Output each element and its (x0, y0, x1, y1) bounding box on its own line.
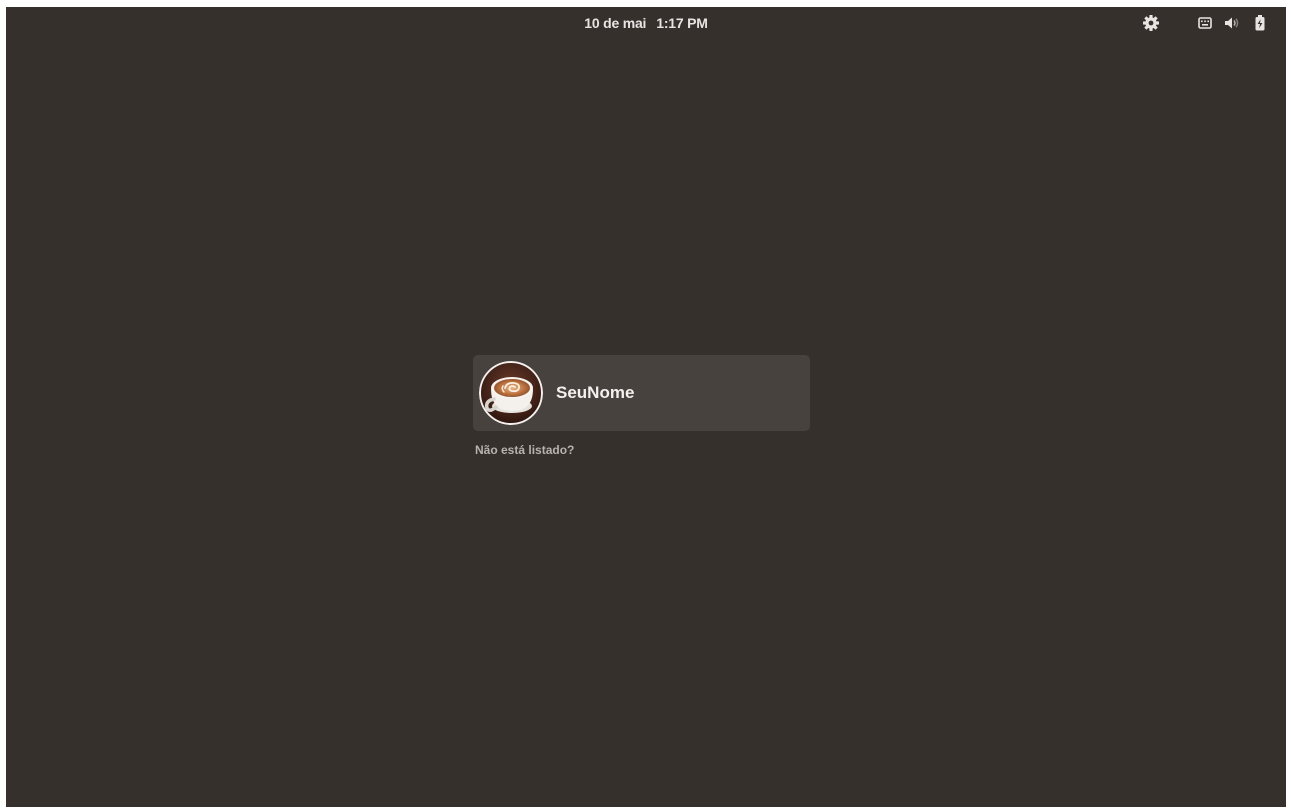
volume-icon[interactable] (1223, 14, 1241, 32)
login-screen: 10 de mai 1:17 PM SeuNome Não está lista… (6, 7, 1286, 807)
date-time-indicator[interactable]: 10 de mai 1:17 PM (6, 15, 1286, 31)
coffee-latte-art-avatar (479, 361, 543, 425)
time-label: 1:17 PM (656, 15, 708, 31)
username-label: SeuNome (556, 383, 635, 402)
user-card[interactable]: SeuNome (473, 355, 810, 431)
gear-icon[interactable] (1142, 14, 1160, 32)
date-label: 10 de mai (584, 15, 647, 31)
battery-icon[interactable] (1251, 14, 1269, 32)
not-listed-link[interactable]: Não está listado? (475, 443, 574, 457)
top-bar: 10 de mai 1:17 PM (6, 7, 1286, 39)
keyboard-icon[interactable] (1196, 14, 1214, 32)
user-avatar[interactable] (479, 361, 543, 425)
